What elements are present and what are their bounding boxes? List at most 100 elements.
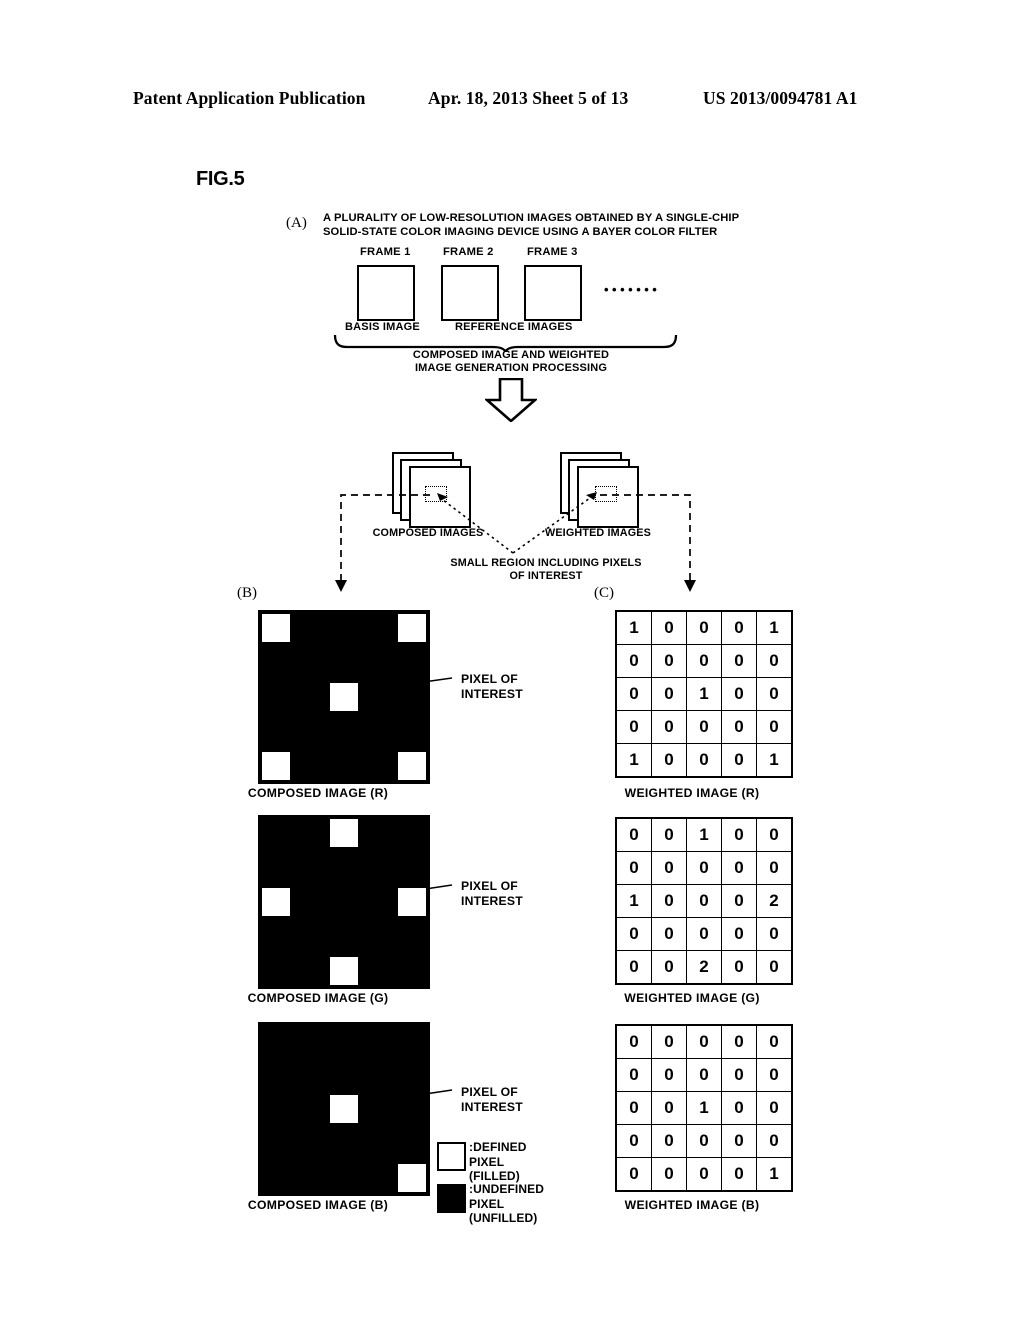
weight-cell: 0 <box>721 917 757 951</box>
table-row: 00000 <box>615 644 793 678</box>
frame-3-box <box>524 265 582 321</box>
weight-cell: 0 <box>651 1124 687 1158</box>
weighted-image-g-caption: WEIGHTED IMAGE (G) <box>624 991 760 1005</box>
weight-cell: 0 <box>686 644 722 678</box>
weight-cell: 0 <box>615 851 652 885</box>
weight-cell: 0 <box>721 710 757 744</box>
weighted-images-stack <box>560 452 639 528</box>
defined-pixel-cell <box>262 614 290 642</box>
header-publication-number: US 2013/0094781 A1 <box>703 88 858 108</box>
basis-image-label: BASIS IMAGE <box>345 321 420 333</box>
weight-cell: 0 <box>756 644 793 678</box>
weight-cell: 0 <box>756 677 793 711</box>
weighted-table-g: 0010000000100020000000200 <box>615 817 793 985</box>
frame-1-box <box>357 265 415 321</box>
weight-cell: 0 <box>756 851 793 885</box>
weight-cell: 1 <box>615 743 652 778</box>
weight-cell: 0 <box>756 1124 793 1158</box>
weight-cell: 1 <box>756 743 793 778</box>
defined-pixel-cell <box>330 819 358 847</box>
composed-images-stack <box>392 452 471 528</box>
composed-image-g-caption: COMPOSED IMAGE (G) <box>247 991 389 1005</box>
small-region-label: SMALL REGION INCLUDING PIXELS OF INTERES… <box>450 557 642 582</box>
composed-grid-g <box>258 815 430 989</box>
weighted-image-b-caption: WEIGHTED IMAGE (B) <box>624 1198 760 1212</box>
weight-cell: 1 <box>686 817 722 852</box>
weight-cell: 0 <box>721 1124 757 1158</box>
weight-cell: 1 <box>756 1157 793 1192</box>
weight-cell: 0 <box>615 1124 652 1158</box>
defined-pixel-cell <box>330 1095 358 1123</box>
pixel-of-interest-label-g: PIXEL OF INTEREST <box>461 879 523 908</box>
table-row: 00000 <box>615 851 793 885</box>
frame-1-label: FRAME 1 <box>360 246 411 258</box>
pixel-of-interest-label-b: PIXEL OF INTEREST <box>461 1085 523 1114</box>
composed-image-r <box>258 610 430 784</box>
weight-cell: 0 <box>651 677 687 711</box>
weight-cell: 0 <box>615 1024 652 1059</box>
defined-pixel-cell <box>262 752 290 780</box>
defined-pixel-cell <box>330 957 358 985</box>
weight-cell: 0 <box>756 917 793 951</box>
composed-image-r-caption: COMPOSED IMAGE (R) <box>247 786 389 800</box>
table-row: 00001 <box>615 1157 793 1192</box>
weight-cell: 0 <box>651 644 687 678</box>
weight-cell: 0 <box>686 1058 722 1092</box>
defined-pixel-swatch-icon <box>437 1142 466 1171</box>
undefined-pixel-label: :UNDEFINED PIXEL (UNFILLED) <box>469 1182 544 1225</box>
composed-grid-b <box>258 1022 430 1196</box>
table-row: 00000 <box>615 710 793 744</box>
weight-cell: 0 <box>721 677 757 711</box>
weight-cell: 0 <box>615 1157 652 1192</box>
weight-cell: 0 <box>721 1157 757 1192</box>
table-row: 00100 <box>615 817 793 852</box>
weight-cell: 0 <box>721 950 757 985</box>
weight-cell: 1 <box>756 610 793 645</box>
weight-cell: 2 <box>756 884 793 918</box>
weight-cell: 0 <box>686 851 722 885</box>
composed-sheet-front <box>409 466 471 528</box>
header-publication-text: Patent Application Publication <box>133 88 366 108</box>
weighted-images-stack-label: WEIGHTED IMAGES <box>544 527 652 539</box>
weighted-table-r: 1000100000001000000010001 <box>615 610 793 778</box>
reference-images-label: REFERENCE IMAGES <box>455 321 573 333</box>
table-row: 00000 <box>615 1124 793 1158</box>
processing-label: COMPOSED IMAGE AND WEIGHTED IMAGE GENERA… <box>412 349 610 374</box>
table-row: 10002 <box>615 884 793 918</box>
weight-cell: 0 <box>721 1058 757 1092</box>
pixel-of-interest-label-r: PIXEL OF INTEREST <box>461 672 523 701</box>
figure-title: FIG.5 <box>196 168 245 190</box>
section-a-caption: A PLURALITY OF LOW-RESOLUTION IMAGES OBT… <box>323 212 739 238</box>
weighted-image-r-caption: WEIGHTED IMAGE (R) <box>624 786 760 800</box>
weight-cell: 0 <box>615 677 652 711</box>
table-row: 00000 <box>615 917 793 951</box>
weighted-small-region-box <box>595 486 617 502</box>
composed-small-region-box <box>425 486 447 502</box>
section-label-b: (B) <box>237 585 257 601</box>
weight-cell: 0 <box>686 1024 722 1059</box>
weight-cell: 0 <box>651 710 687 744</box>
weight-cell: 0 <box>615 817 652 852</box>
table-row: 00000 <box>615 1058 793 1092</box>
weight-cell: 0 <box>615 917 652 951</box>
defined-pixel-cell <box>398 888 426 916</box>
table-row: 10001 <box>615 610 793 645</box>
frame-3-label: FRAME 3 <box>527 246 578 258</box>
table-row: 00100 <box>615 677 793 711</box>
down-arrow-icon <box>485 378 537 422</box>
weight-cell: 0 <box>756 1091 793 1125</box>
weight-cell: 0 <box>651 917 687 951</box>
weight-cell: 0 <box>686 743 722 778</box>
weight-cell: 0 <box>756 950 793 985</box>
frame-2-label: FRAME 2 <box>443 246 494 258</box>
weight-cell: 0 <box>721 851 757 885</box>
composed-image-g <box>258 815 430 989</box>
table-row: 00000 <box>615 1024 793 1059</box>
weight-cell: 0 <box>651 884 687 918</box>
weight-cell: 0 <box>721 610 757 645</box>
section-label-a: (A) <box>286 215 307 231</box>
weight-cell: 0 <box>615 710 652 744</box>
frame-2-box <box>441 265 499 321</box>
weight-cell: 0 <box>756 710 793 744</box>
weight-cell: 2 <box>686 950 722 985</box>
